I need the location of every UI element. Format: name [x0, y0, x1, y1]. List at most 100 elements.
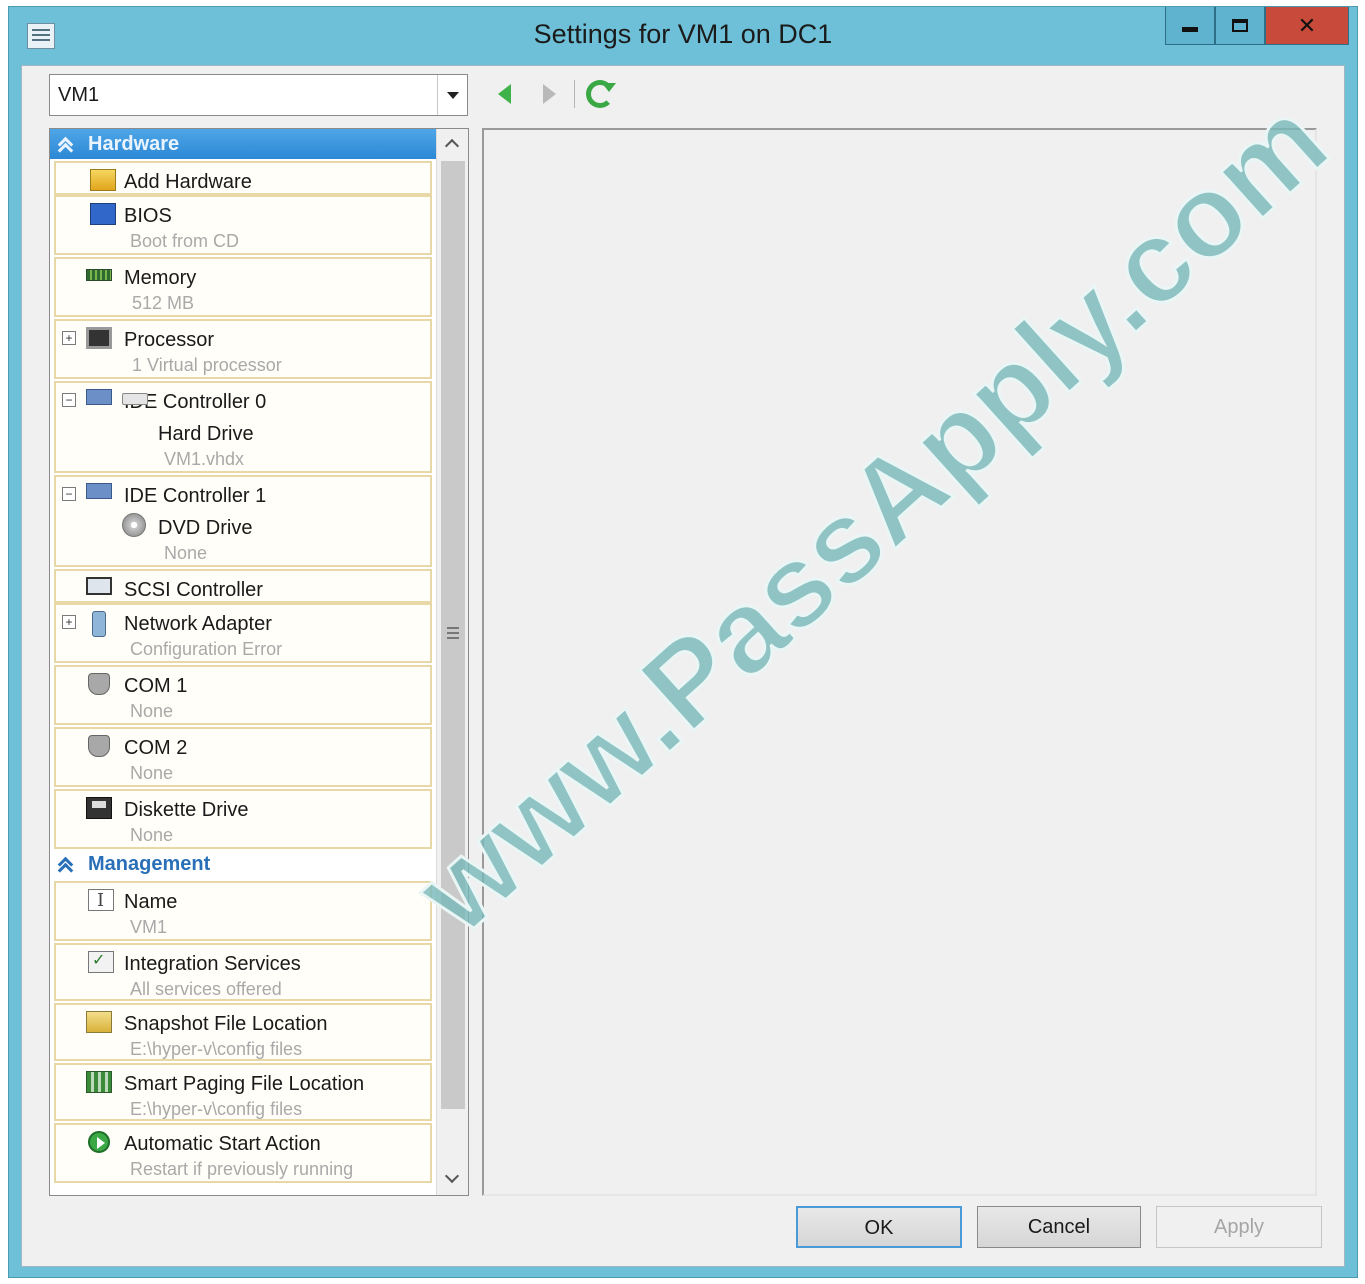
tree-scrollbar[interactable] — [436, 129, 468, 1195]
maximize-button[interactable] — [1215, 7, 1265, 45]
network-adapter-icon — [92, 611, 106, 637]
tree-item-sublabel: 512 MB — [132, 293, 195, 313]
tree-item-ide-controller-1[interactable]: − IDE Controller 1 DVD Drive None — [54, 475, 432, 567]
collapse-chevron-icon[interactable] — [58, 857, 72, 871]
tree-item-hard-drive[interactable]: Hard Drive — [158, 423, 254, 446]
tree-item-sublabel: Configuration Error — [130, 639, 283, 659]
tree-item-add-hardware[interactable]: Add Hardware — [54, 161, 432, 195]
toolbar-separator — [574, 80, 575, 108]
tree-item-sublabel: E:\hyper-v\config files — [130, 1039, 303, 1059]
bios-icon — [90, 203, 116, 225]
tree-item-bios[interactable]: BIOS Boot from CD — [54, 195, 432, 255]
collapse-chevron-icon[interactable] — [58, 137, 72, 151]
com-port-icon — [88, 673, 110, 695]
tree-item-sublabel: Restart if previously running — [130, 1159, 354, 1179]
tree-item-label: Integration Services — [124, 953, 301, 975]
tree-item-sublabel: VM1 — [130, 917, 168, 937]
refresh-icon[interactable] — [586, 80, 616, 108]
tree-item-label: Name — [124, 891, 178, 913]
tree-item-label: BIOS — [124, 205, 172, 227]
tree-item-memory[interactable]: Memory 512 MB — [54, 257, 432, 317]
collapse-icon[interactable]: − — [62, 393, 76, 407]
scsi-controller-icon — [86, 577, 112, 595]
collapse-icon[interactable]: − — [62, 487, 76, 501]
tree-item-label: Network Adapter — [124, 613, 272, 635]
apply-button[interactable]: Apply — [1156, 1206, 1322, 1248]
expand-icon[interactable]: + — [62, 331, 76, 345]
tree-item-processor[interactable]: + Processor 1 Virtual processor — [54, 319, 432, 379]
add-hardware-icon — [90, 169, 116, 191]
tree-item-sublabel: E:\hyper-v\config files — [130, 1099, 303, 1119]
tree-item-label: Snapshot File Location — [124, 1013, 328, 1035]
ok-button[interactable]: OK — [796, 1206, 962, 1248]
tree-item-name[interactable]: Name VM1 — [54, 881, 432, 941]
processor-icon — [86, 327, 112, 349]
management-section-header[interactable]: Management — [50, 849, 436, 879]
hardware-header-label: Hardware — [88, 133, 180, 155]
tree-item-label: IDE Controller 1 — [124, 485, 267, 507]
window-controls: ✕ — [1165, 7, 1349, 45]
settings-detail-pane — [482, 128, 1317, 1196]
tree-item-label: Memory — [124, 267, 197, 289]
back-arrow-icon[interactable] — [496, 82, 518, 106]
tree-item-automatic-start-action[interactable]: Automatic Start Action Restart if previo… — [54, 1123, 432, 1183]
management-header-label: Management — [88, 853, 211, 875]
forward-arrow-icon[interactable] — [538, 82, 560, 106]
tree-item-sublabel: None — [130, 825, 174, 845]
hardware-section-header[interactable]: Hardware — [50, 129, 436, 159]
close-button[interactable]: ✕ — [1265, 7, 1349, 45]
tree-item-sublabel: Boot from CD — [130, 231, 240, 251]
scroll-up-icon[interactable] — [437, 129, 468, 159]
dvd-drive-icon — [122, 513, 146, 537]
tree-item-label: Add Hardware — [124, 171, 252, 193]
close-icon: ✕ — [1297, 12, 1317, 38]
tree-item-label: COM 2 — [124, 737, 188, 759]
expand-icon[interactable]: + — [62, 615, 76, 629]
minimize-icon — [1182, 27, 1198, 32]
tree-item-sublabel: All services offered — [130, 979, 282, 999]
tree-item-label: Automatic Start Action — [124, 1133, 321, 1155]
dialog-client-area: VM1 Hardware Add Hardware BIOS Boot from… — [21, 65, 1345, 1267]
integration-services-icon — [88, 950, 114, 973]
hard-drive-icon — [122, 393, 148, 405]
memory-icon — [86, 269, 112, 281]
tree-item-diskette-drive[interactable]: Diskette Drive None — [54, 789, 432, 849]
chevron-down-icon[interactable] — [437, 75, 467, 115]
tree-item-label: Smart Paging File Location — [124, 1073, 365, 1095]
scrollbar-thumb[interactable] — [441, 161, 465, 1109]
maximize-icon — [1232, 19, 1248, 32]
scroll-down-icon[interactable] — [437, 1165, 468, 1195]
tree-item-com-2[interactable]: COM 2 None — [54, 727, 432, 787]
settings-tree: Hardware Add Hardware BIOS Boot from CD … — [49, 128, 469, 1196]
tree-item-integration-services[interactable]: Integration Services All services offere… — [54, 943, 432, 1001]
tree-item-com-1[interactable]: COM 1 None — [54, 665, 432, 725]
tree-item-ide-controller-0[interactable]: − IDE Controller 0 Hard Drive VM1.vhdx — [54, 381, 432, 473]
tree-item-label: SCSI Controller — [124, 579, 263, 601]
ide-controller-icon — [86, 389, 112, 405]
tree-item-sublabel: 1 Virtual processor — [132, 355, 282, 375]
tree-item-sublabel: None — [130, 763, 174, 783]
vm-select-dropdown[interactable]: VM1 — [49, 74, 468, 116]
tree-item-label: COM 1 — [124, 675, 188, 697]
tree-item-sublabel: None — [164, 543, 208, 563]
title-bar[interactable]: Settings for VM1 on DC1 ✕ — [9, 7, 1357, 65]
window-title: Settings for VM1 on DC1 — [533, 19, 833, 49]
tree-item-network-adapter[interactable]: + Network Adapter Configuration Error — [54, 603, 432, 663]
tree-item-scsi-controller[interactable]: SCSI Controller — [54, 569, 432, 603]
cancel-button[interactable]: Cancel — [977, 1206, 1141, 1248]
tree-item-sublabel: VM1.vhdx — [164, 449, 245, 469]
tree-item-smart-paging-file-location[interactable]: Smart Paging File Location E:\hyper-v\co… — [54, 1063, 432, 1121]
snapshot-location-icon — [86, 1011, 112, 1033]
tree-item-label: Diskette Drive — [124, 799, 249, 821]
tree-item-sublabel: None — [130, 701, 174, 721]
automatic-start-icon — [88, 1131, 110, 1153]
tree-item-dvd-drive[interactable]: DVD Drive — [158, 517, 252, 540]
settings-window: Settings for VM1 on DC1 ✕ VM1 Hardware A… — [8, 6, 1358, 1278]
name-icon — [88, 889, 114, 911]
com-port-icon — [88, 735, 110, 757]
diskette-drive-icon — [86, 797, 112, 819]
ide-controller-icon — [86, 483, 112, 499]
minimize-button[interactable] — [1165, 7, 1215, 45]
settings-tree-list: Hardware Add Hardware BIOS Boot from CD … — [50, 129, 436, 1195]
tree-item-snapshot-file-location[interactable]: Snapshot File Location E:\hyper-v\config… — [54, 1003, 432, 1061]
